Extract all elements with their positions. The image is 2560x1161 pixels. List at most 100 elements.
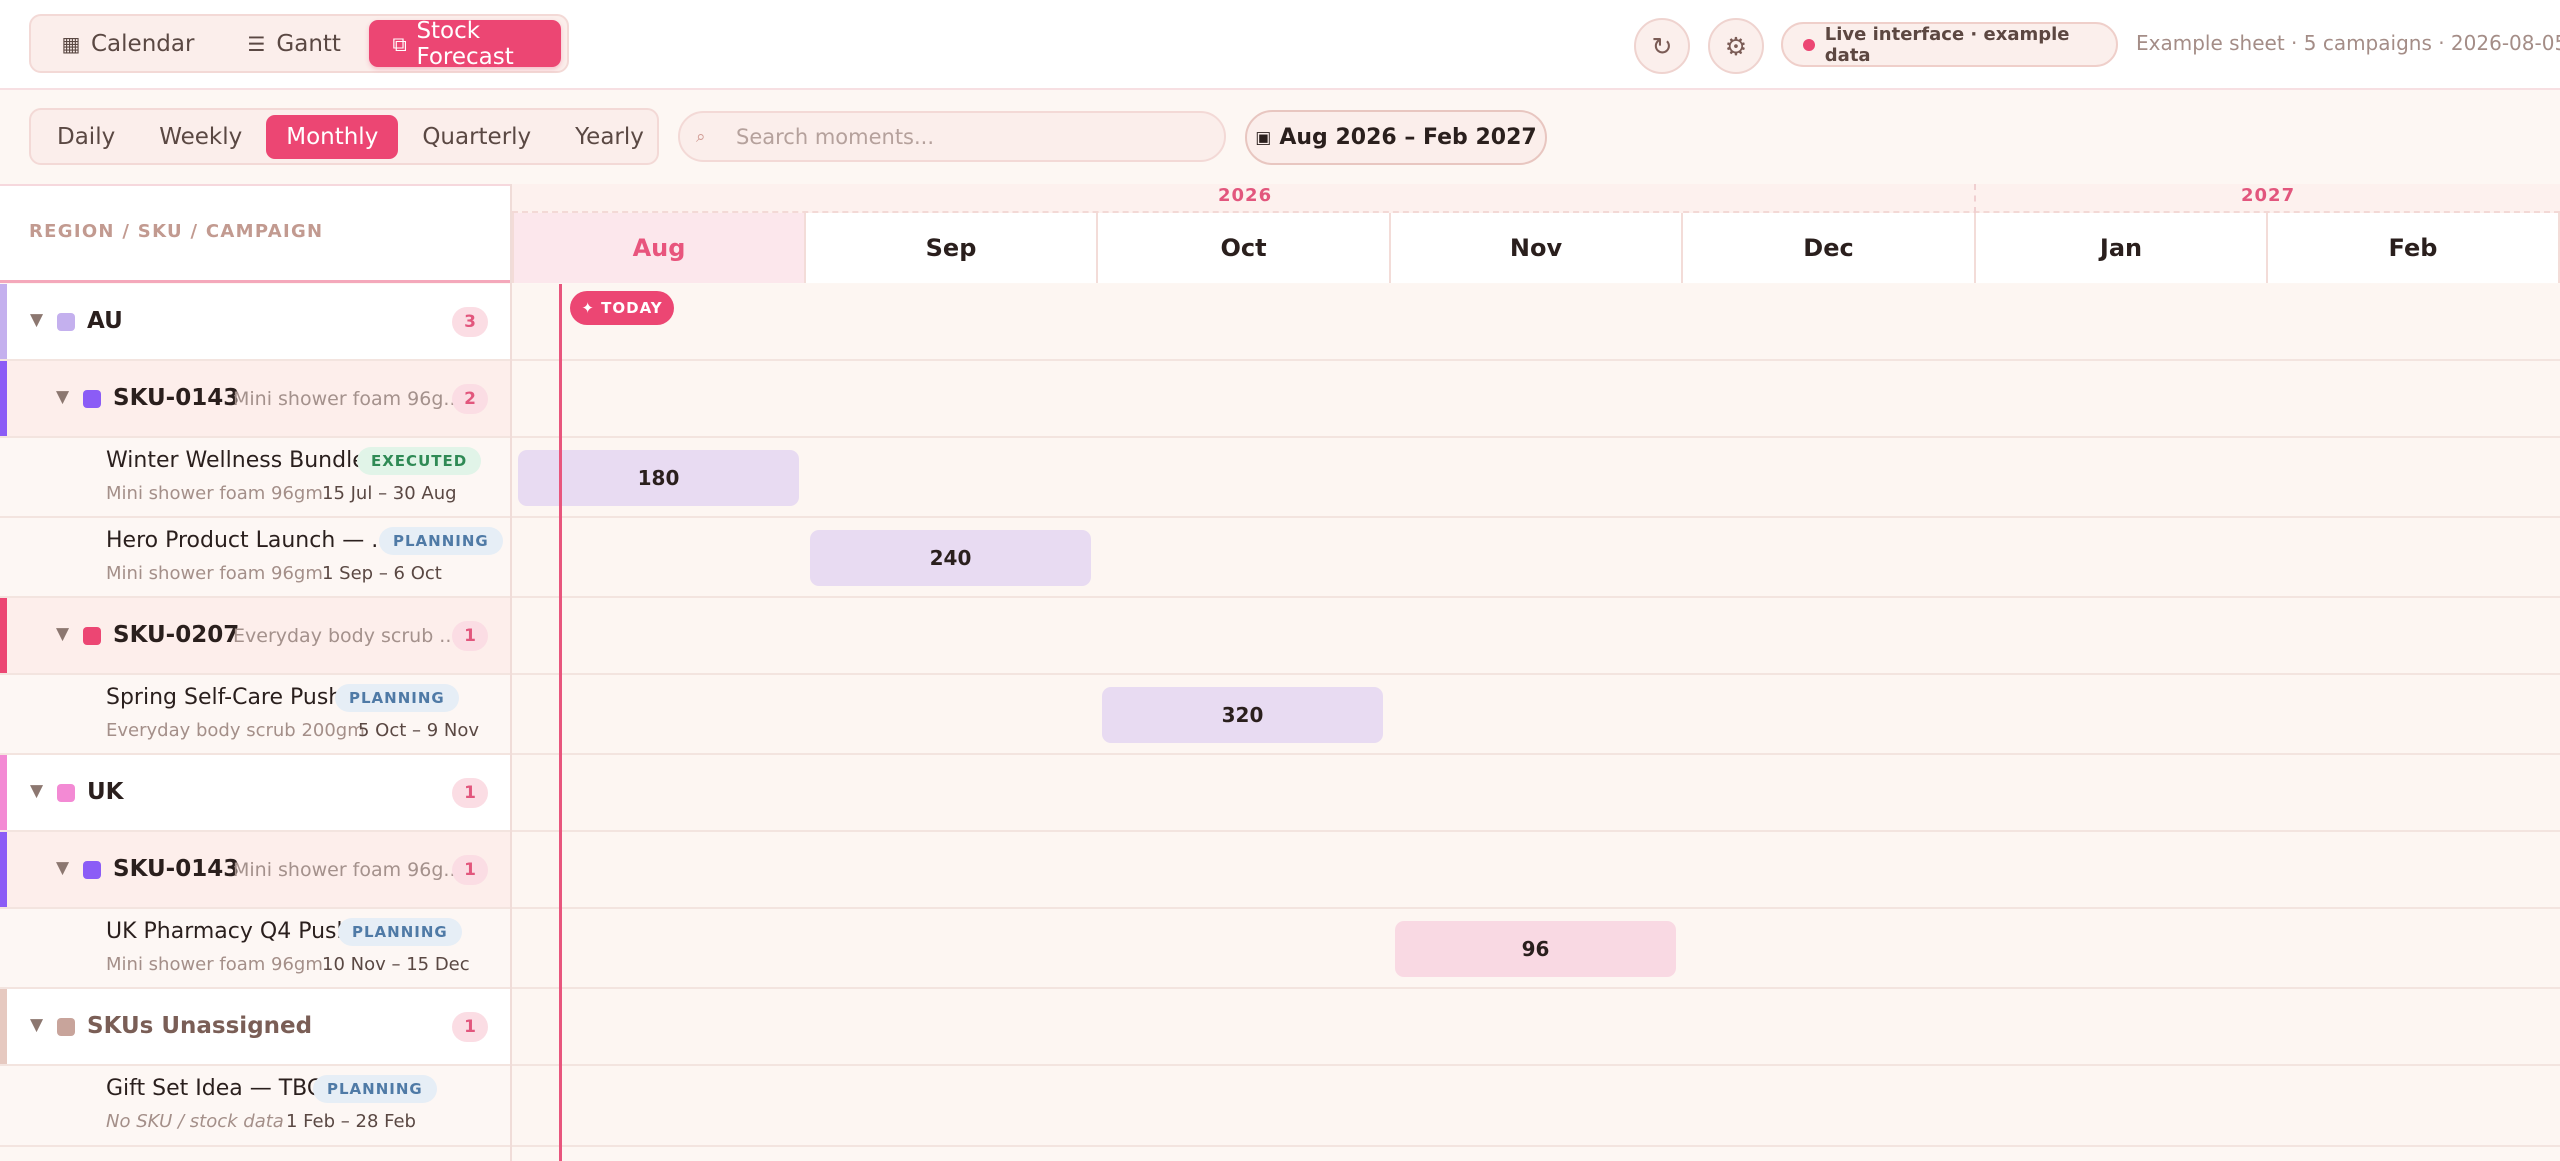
- month-header[interactable]: Jan: [1974, 213, 2266, 283]
- row-timeline: [512, 832, 2560, 907]
- chevron-down-icon[interactable]: ▼: [56, 624, 69, 644]
- region-row-uk[interactable]: ▼ UK 1: [0, 755, 2560, 832]
- campaign-name: Winter Wellness Bundle: [106, 448, 366, 473]
- month-header[interactable]: Nov: [1389, 213, 1681, 283]
- year-label: 2027: [2241, 185, 2296, 206]
- scale-daily[interactable]: Daily: [37, 115, 135, 159]
- today-label: ✦ TODAY: [581, 299, 663, 317]
- month-header[interactable]: Aug: [512, 213, 804, 283]
- campaign-sku: No SKU / stock data: [106, 1111, 284, 1132]
- region-color-swatch: [57, 1018, 75, 1036]
- chevron-down-icon[interactable]: ▼: [30, 310, 43, 330]
- row-timeline: 240: [512, 518, 2560, 596]
- search-icon: ⌕: [696, 126, 706, 147]
- row-label: ▼ SKU-0207 Everyday body scrub ... 1: [0, 598, 510, 673]
- status-badge: PLANNING: [379, 527, 503, 555]
- sku-description: Everyday body scrub ...: [233, 625, 458, 647]
- campaign-sku: Mini shower foam 96gm: [106, 954, 323, 975]
- scale-monthly[interactable]: Monthly: [266, 114, 399, 159]
- row-accent: [0, 755, 7, 830]
- sku-row-au-sku-0207[interactable]: ▼ SKU-0207 Everyday body scrub ... 1: [0, 598, 2560, 675]
- region-name: UK: [87, 779, 124, 805]
- year-divider: [1974, 184, 1976, 213]
- sku-row-au-sku-0143[interactable]: ▼ SKU-0143 Mini shower foam 96g... 2: [0, 361, 2560, 438]
- scale-quarterly[interactable]: Quarterly: [402, 115, 551, 159]
- region-row-unassigned[interactable]: ▼ SKUs Unassigned 1: [0, 989, 2560, 1066]
- search-box: ⌕: [678, 111, 1226, 162]
- row-timeline: 96: [512, 909, 2560, 987]
- region-row-au[interactable]: ▼ AU 3: [0, 284, 2560, 361]
- status-badge: PLANNING: [335, 684, 459, 712]
- campaign-name: UK Pharmacy Q4 Push: [106, 919, 351, 944]
- row-label: ▼ SKU-0143 Mini shower foam 96g... 2: [0, 361, 510, 436]
- status-badge: PLANNING: [338, 918, 462, 946]
- sku-code: SKU-0143: [113, 385, 240, 411]
- campaign-dates: 15 Jul – 30 Aug: [322, 483, 457, 504]
- region-color-swatch: [57, 313, 75, 331]
- scale-weekly[interactable]: Weekly: [139, 115, 262, 159]
- gantt-icon: ☰: [247, 31, 266, 56]
- count-badge: 1: [452, 855, 488, 885]
- campaign-sku: Mini shower foam 96gm: [106, 563, 323, 584]
- campaign-row[interactable]: Hero Product Launch — ... PLANNING Mini …: [0, 518, 2560, 598]
- forecast-bar[interactable]: 240: [810, 530, 1091, 586]
- live-label: Live interface · example data: [1824, 23, 2070, 66]
- row-timeline: 320: [512, 675, 2560, 753]
- row-label: ▼ SKUs Unassigned 1: [0, 989, 510, 1064]
- count-badge: 1: [452, 621, 488, 651]
- scale-yearly[interactable]: Yearly: [555, 115, 664, 159]
- month-header[interactable]: Feb: [2266, 213, 2560, 283]
- tab-stock-forecast[interactable]: ⧉ Stock Forecast: [368, 17, 561, 70]
- calendar-icon: ▦: [61, 31, 81, 56]
- tab-calendar[interactable]: ▦ Calendar: [37, 20, 216, 67]
- row-label: ▼ UK 1: [0, 755, 510, 830]
- row-accent: [0, 598, 7, 673]
- settings-button[interactable]: ⚙: [1708, 18, 1764, 74]
- refresh-button[interactable]: ↻: [1634, 18, 1690, 74]
- year-label: 2026: [1218, 185, 1273, 206]
- chevron-down-icon[interactable]: ▼: [30, 781, 43, 801]
- chevron-down-icon[interactable]: ▼: [56, 858, 69, 878]
- refresh-icon: ↻: [1651, 31, 1673, 61]
- count-badge: 1: [452, 1012, 488, 1042]
- campaign-row[interactable]: Gift Set Idea — TBC PLANNING No SKU / st…: [0, 1066, 2560, 1147]
- sku-code: SKU-0207: [113, 622, 240, 648]
- month-header[interactable]: Oct: [1096, 213, 1389, 283]
- status-badge: PLANNING: [313, 1075, 437, 1103]
- date-range-button[interactable]: ▣ Aug 2026 – Feb 2027: [1245, 110, 1547, 165]
- region-name: AU: [87, 308, 123, 334]
- month-header[interactable]: Dec: [1681, 213, 1974, 283]
- campaign-row[interactable]: UK Pharmacy Q4 Push PLANNING Mini shower…: [0, 909, 2560, 989]
- campaign-sku: Everyday body scrub 200gm: [106, 720, 365, 741]
- sku-description: Mini shower foam 96g...: [233, 859, 462, 881]
- chevron-down-icon[interactable]: ▼: [30, 1015, 43, 1035]
- row-accent: [0, 284, 7, 359]
- sku-row-uk-sku-0143[interactable]: ▼ SKU-0143 Mini shower foam 96g... 1: [0, 832, 2560, 909]
- campaign-dates: 1 Feb – 28 Feb: [286, 1111, 416, 1132]
- forecast-bar[interactable]: 320: [1102, 687, 1383, 743]
- tab-gantt[interactable]: ☰ Gantt: [222, 20, 363, 67]
- campaign-dates: 10 Nov – 15 Dec: [322, 954, 470, 975]
- sku-color-swatch: [83, 861, 101, 879]
- row-timeline: [512, 361, 2560, 436]
- campaign-row[interactable]: Spring Self-Care Push PLANNING Everyday …: [0, 675, 2560, 755]
- row-label: UK Pharmacy Q4 Push PLANNING Mini shower…: [0, 909, 510, 987]
- row-label: Hero Product Launch — ... PLANNING Mini …: [0, 518, 510, 596]
- column-divider: [510, 184, 512, 1161]
- column-header-label: REGION / SKU / CAMPAIGN: [29, 221, 324, 242]
- gear-icon: ⚙: [1724, 31, 1748, 61]
- today-marker: ✦ TODAY: [570, 291, 674, 325]
- tab-stock-forecast-label: Stock Forecast: [416, 17, 514, 70]
- chevron-down-icon[interactable]: ▼: [56, 387, 69, 407]
- forecast-bar[interactable]: 96: [1395, 921, 1676, 977]
- campaign-dates: 1 Sep – 6 Oct: [322, 563, 442, 584]
- campaign-sku: Mini shower foam 96gm: [106, 483, 323, 504]
- month-header[interactable]: Sep: [804, 213, 1096, 283]
- search-input[interactable]: [726, 113, 1224, 160]
- campaign-name: Spring Self-Care Push: [106, 685, 343, 710]
- date-range-label: Aug 2026 – Feb 2027: [1279, 125, 1537, 150]
- count-badge: 3: [452, 307, 488, 337]
- status-badge: EXECUTED: [357, 447, 482, 475]
- row-label: Spring Self-Care Push PLANNING Everyday …: [0, 675, 510, 753]
- campaign-row[interactable]: Winter Wellness Bundle EXECUTED Mini sho…: [0, 438, 2560, 518]
